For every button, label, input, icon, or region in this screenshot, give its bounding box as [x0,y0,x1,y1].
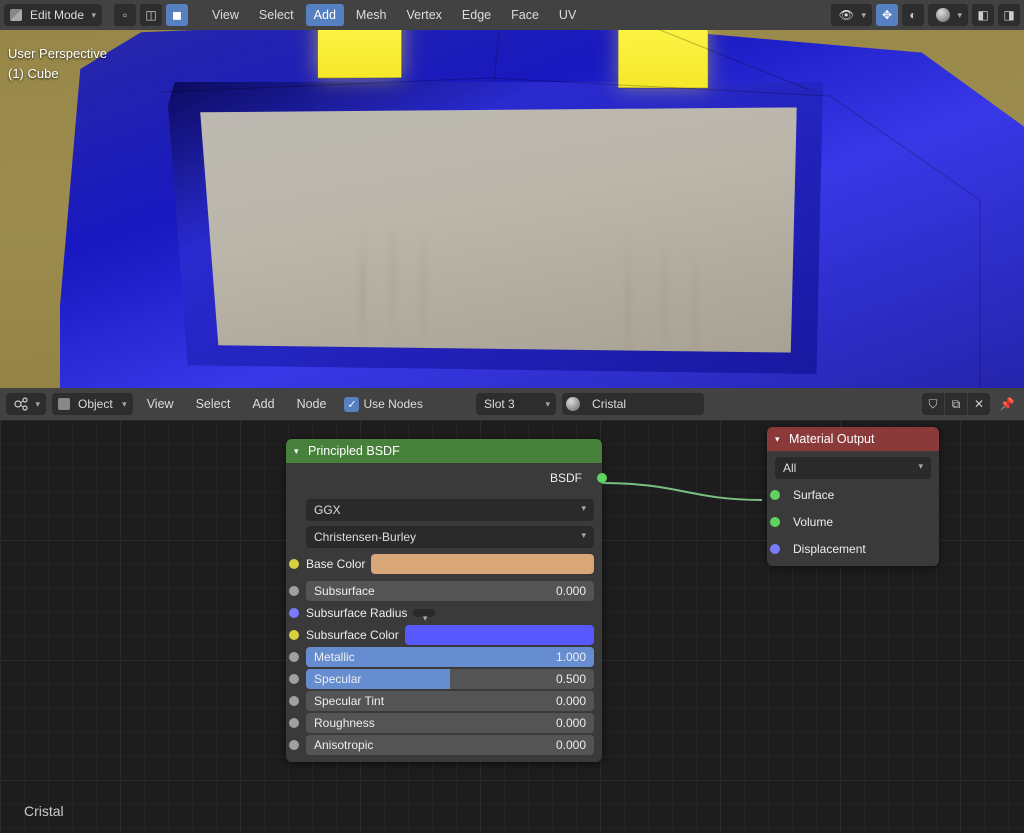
arrows-icon: ✥ [882,8,892,22]
gizmo-toggle[interactable]: ✥ [876,4,898,26]
output-target-select[interactable]: All [775,457,931,479]
socket-specular-tint[interactable] [289,696,299,706]
select-mode-edge-icon[interactable]: ◫ [140,4,162,26]
socket-subsurface-color[interactable] [289,630,299,640]
use-nodes-toggle[interactable]: ✓ Use Nodes [344,397,422,412]
node-editor-header: Object View Select Add Node ✓ Use Nodes … [0,388,1024,420]
socket-roughness[interactable] [289,718,299,728]
object-dropdown[interactable]: Object [52,393,133,415]
slider-specular[interactable]: Specular0.500 [306,669,594,689]
use-nodes-label: Use Nodes [363,397,422,411]
slider-specular-tint[interactable]: Specular Tint0.000 [306,691,594,711]
output-bsdf: BSDF [286,463,602,493]
socket-out-bsdf[interactable] [597,473,607,483]
input-displacement: Displacement [775,538,931,560]
row-anisotropic: Anisotropic0.000 [294,734,594,756]
select-mode-face-icon[interactable]: ◼ [166,4,188,26]
ne-menu-node[interactable]: Node [289,393,335,415]
socket-surface[interactable] [770,490,780,500]
material-browse-button[interactable] [562,393,584,415]
select-mode-vertex-icon[interactable]: ▫ [114,4,136,26]
slider-anisotropic[interactable]: Anisotropic0.000 [306,735,594,755]
row-specular-tint: Specular Tint0.000 [294,690,594,712]
viewport-header: Edit Mode ▫ ◫ ◼ View Select Add Mesh Ver… [0,0,1024,30]
overlay-line2: (1) Cube [8,64,107,84]
menu-uv[interactable]: UV [551,4,584,26]
node-principled-bsdf[interactable]: Principled BSDF BSDF GGX Christensen-Bur… [286,439,602,762]
overlay-toggle[interactable]: ◐ [902,4,924,26]
socket-volume[interactable] [770,517,780,527]
node-title-principled[interactable]: Principled BSDF [286,439,602,463]
node-canvas[interactable]: Principled BSDF BSDF GGX Christensen-Bur… [0,420,1024,833]
row-subsurface-radius: Subsurface Radius [294,602,594,624]
copy-icon[interactable]: ⧉ [945,393,967,415]
socket-base-color[interactable] [289,559,299,569]
slider-subsurface[interactable]: Subsurface0.000 [306,581,594,601]
material-name-field[interactable]: Cristal [584,393,704,415]
material-sphere-icon [566,397,580,411]
socket-subsurface[interactable] [289,586,299,596]
menu-view[interactable]: View [204,4,247,26]
glass-reflection [194,107,797,352]
row-subsurface: Subsurface0.000 [294,580,594,602]
menu-edge[interactable]: Edge [454,4,499,26]
input-volume: Volume [775,511,931,533]
xray-toggle[interactable]: ◧ [972,4,994,26]
shading-mode-icon[interactable]: ◨ [998,4,1020,26]
color-swatch-2[interactable] [405,625,594,645]
input-surface: Surface [775,484,931,506]
editor-type-dropdown[interactable] [6,393,46,415]
row-metallic: Metallic1.000 [294,646,594,668]
visibility-dropdown[interactable]: 👁 [831,4,872,26]
node-editor: Object View Select Add Node ✓ Use Nodes … [0,388,1024,833]
slider-roughness[interactable]: Roughness0.000 [306,713,594,733]
node-material-output[interactable]: Material Output All Surface Volume Displ… [767,427,939,566]
socket-specular[interactable] [289,674,299,684]
base-color-swatch[interactable] [371,554,594,574]
distribution-select[interactable]: GGX [306,499,594,521]
node-tree-icon [14,397,28,411]
slot-dropdown[interactable]: Slot 3 [476,393,556,415]
dropdown-1[interactable] [413,609,435,617]
ne-menu-select[interactable]: Select [188,393,239,415]
unlink-icon[interactable]: ✕ [968,393,990,415]
menu-add[interactable]: Add [306,4,344,26]
menu-vertex[interactable]: Vertex [398,4,449,26]
canvas-material-label: Cristal [24,803,64,819]
mesh-glass [194,107,797,352]
socket-metallic[interactable] [289,652,299,662]
viewport-geometry [0,0,1024,388]
row-specular: Specular0.500 [294,668,594,690]
slider-metallic[interactable]: Metallic1.000 [306,647,594,667]
menu-face[interactable]: Face [503,4,547,26]
socket-anisotropic[interactable] [289,740,299,750]
mesh-window-frame [168,82,823,374]
socket-subsurface-radius[interactable] [289,608,299,618]
viewport-3d[interactable]: User Perspective (1) Cube [0,0,1024,388]
viewport-overlay-text: User Perspective (1) Cube [8,44,107,83]
eye-icon: 👁 [839,8,854,22]
node-title-output[interactable]: Material Output [767,427,939,451]
sphere-icon [936,8,950,22]
ne-menu-add[interactable]: Add [244,393,282,415]
menu-select[interactable]: Select [251,4,302,26]
subsurface-method-select[interactable]: Christensen-Burley [306,526,594,548]
row-base-color: Base Color [294,553,594,575]
row-roughness: Roughness0.000 [294,712,594,734]
checkbox-icon: ✓ [344,397,359,412]
shield-icon[interactable]: ⛉ [922,393,944,415]
pin-icon[interactable]: 📌 [996,393,1018,415]
row-subsurface-color: Subsurface Color [294,624,594,646]
menu-mesh[interactable]: Mesh [348,4,395,26]
mode-select[interactable]: Edit Mode [4,4,102,26]
ne-menu-view[interactable]: View [139,393,182,415]
socket-displacement[interactable] [770,544,780,554]
overlay-line1: User Perspective [8,44,107,64]
shading-dropdown[interactable] [928,4,968,26]
